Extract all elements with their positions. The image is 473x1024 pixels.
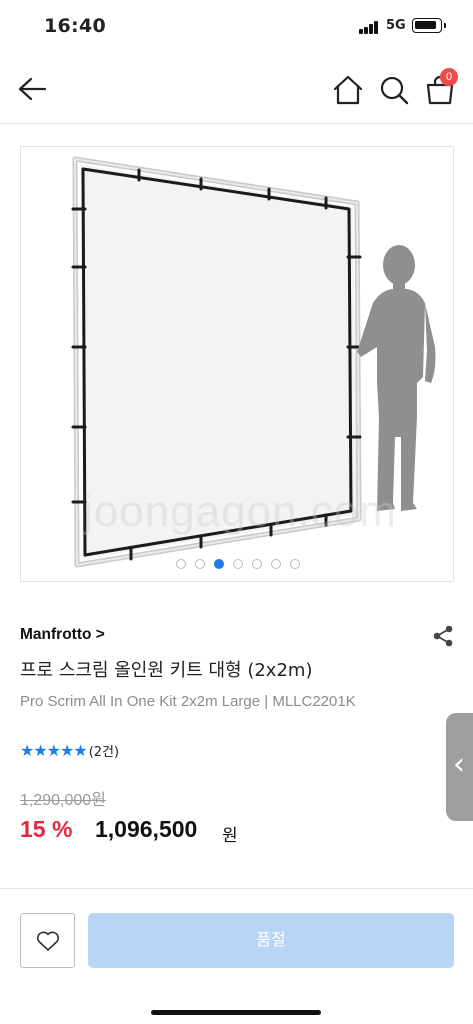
top-nav: 0 [0, 58, 473, 124]
cart-count-badge: 0 [440, 68, 458, 86]
signal-icon [359, 21, 381, 34]
cart-button[interactable]: 0 [420, 68, 460, 110]
gallery-dot[interactable] [214, 559, 224, 569]
wishlist-button[interactable] [20, 913, 75, 968]
gallery-dot[interactable] [252, 559, 262, 569]
watermark: joongagon.com [83, 487, 397, 536]
chevron-left-icon: ‹ [453, 747, 465, 782]
share-button[interactable] [430, 623, 456, 649]
home-button[interactable] [328, 70, 368, 110]
gallery-dot[interactable] [233, 559, 243, 569]
status-time: 16:40 [44, 15, 106, 37]
home-icon [333, 75, 363, 105]
heart-icon [37, 931, 59, 951]
rating-summary[interactable]: ★★★★★ (2건) [20, 740, 119, 760]
product-subtitle: Pro Scrim All In One Kit 2x2m Large | ML… [20, 693, 356, 710]
network-type: 5G [386, 18, 406, 33]
arrow-left-icon [18, 77, 47, 101]
back-button[interactable] [12, 70, 52, 110]
status-bar: 16:40 5G [0, 0, 473, 54]
original-price: 1,290,000원 [20, 792, 106, 809]
sale-price: 1,096,500 [95, 816, 198, 842]
soldout-button[interactable]: 품절 [88, 913, 454, 968]
battery-icon [412, 18, 446, 33]
gallery-dot[interactable] [195, 559, 205, 569]
brand-link[interactable]: Manfrotto > [20, 626, 105, 643]
bottom-action-bar: 품절 [0, 888, 473, 1024]
search-button[interactable] [374, 70, 414, 110]
side-drawer-tab[interactable]: ‹ [446, 713, 473, 821]
product-image-gallery[interactable]: joongagon.com [20, 146, 454, 582]
gallery-dot[interactable] [271, 559, 281, 569]
discount-rate: 15 % [20, 816, 73, 842]
gallery-dot[interactable] [290, 559, 300, 569]
home-indicator [151, 1010, 321, 1015]
product-title: 프로 스크림 올인원 키트 대형 (2x2m) [20, 660, 313, 681]
gallery-pagination [21, 559, 453, 571]
share-icon [433, 625, 453, 647]
star-rating-icons: ★★★★★ [20, 740, 88, 760]
review-count: (2건) [88, 744, 120, 760]
brand-link-row[interactable]: Manfrotto > [20, 624, 105, 644]
currency-unit: 원 [222, 826, 238, 846]
search-icon [380, 76, 409, 105]
gallery-dot[interactable] [176, 559, 186, 569]
